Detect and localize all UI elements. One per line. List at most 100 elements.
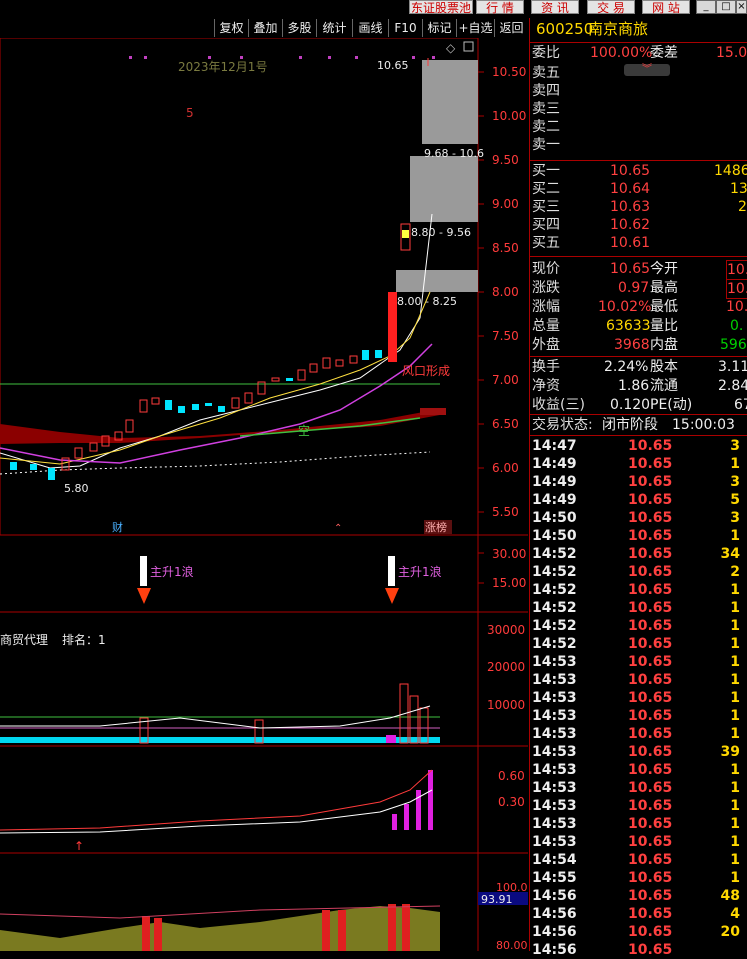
stock-name: 南京商旅 xyxy=(588,20,649,38)
buy-row[interactable]: 买四 10.62 xyxy=(530,216,747,234)
buy-row[interactable]: 买五 10.61 xyxy=(530,234,747,252)
tick-time: 14:49 xyxy=(532,456,577,472)
tick-time: 14:50 xyxy=(532,510,577,526)
oscillator-panel: 93.91 100.0 80.00 xyxy=(0,881,528,951)
tick-volume: 1 xyxy=(730,708,740,724)
panel-toggle-icon[interactable] xyxy=(463,41,474,52)
buy-row[interactable]: 买一 10.65 1486 xyxy=(530,162,747,180)
tick-row: 14:50 10.65 3 xyxy=(530,509,747,527)
back-button[interactable]: 返回 xyxy=(494,19,528,37)
sell-4-label: 卖四 xyxy=(532,83,560,99)
candle xyxy=(297,369,306,381)
sell-5-label: 卖五 xyxy=(532,65,560,81)
macd-panel: 0.60 0.30 ↑ xyxy=(0,769,525,853)
tick-row: 14:52 10.65 1 xyxy=(530,617,747,635)
tick-price: 10.65 xyxy=(628,456,673,472)
tick-time: 14:56 xyxy=(532,942,577,958)
tick-row: 14:54 10.65 1 xyxy=(530,851,747,869)
tick-row: 14:49 10.65 1 xyxy=(530,455,747,473)
top-bar: 东证股票池 行 情 资 讯 交 易 网 站 _ □ × xyxy=(0,0,747,18)
multi-stock-button[interactable]: 多股 xyxy=(282,19,316,37)
tick-volume: 1 xyxy=(730,762,740,778)
gap-label: 8.80 - 9.56 xyxy=(411,226,471,239)
tick-time: 14:54 xyxy=(532,852,577,868)
restore-icon[interactable]: □ xyxy=(716,0,736,14)
stock-pool-link[interactable]: 东证股票池 xyxy=(409,0,473,15)
tick-time: 14:56 xyxy=(532,888,577,904)
price-tick: 7.50 xyxy=(492,329,519,343)
buy-arrow-icon: ↑ xyxy=(74,839,84,853)
stat-row: 涨跌0.97最高10. xyxy=(530,279,747,299)
tick-row: 14:53 10.65 1 xyxy=(530,833,747,851)
tick-price: 10.65 xyxy=(628,744,673,760)
rocket-icon xyxy=(388,556,395,586)
tick-time: 14:53 xyxy=(532,744,577,760)
candle xyxy=(286,378,293,381)
tick-time: 14:52 xyxy=(532,636,577,652)
signal-label: 主升1浪 xyxy=(150,564,194,579)
stat-row: 涨幅 10.02% 最低 10. xyxy=(532,299,747,315)
statistics-button[interactable]: 统计 xyxy=(316,19,352,37)
tick-row: 14:56 10.65 48 xyxy=(530,887,747,905)
tick-price: 10.65 xyxy=(628,528,673,544)
tick-time: 14:52 xyxy=(532,582,577,598)
candle xyxy=(178,406,185,413)
limit-up-label[interactable]: 涨榜 xyxy=(425,520,447,534)
overlay-button[interactable]: 叠加 xyxy=(248,19,282,37)
draw-line-button[interactable]: 画线 xyxy=(352,19,388,37)
trade-status-row: 交易状态: 闭市阶段 15:00:03 xyxy=(532,417,735,433)
trade-link[interactable]: 交 易 xyxy=(587,0,635,15)
tick-price: 10.65 xyxy=(628,888,673,904)
price-axis: 10.50 10.00 9.50 9.00 8.50 8.00 7.50 7.0… xyxy=(478,65,526,519)
tick-volume: 48 xyxy=(720,888,740,904)
kline-chart[interactable]: 10.50 10.00 9.50 9.00 8.50 8.00 7.50 7.0… xyxy=(0,38,528,951)
vol-tick: 10000 xyxy=(487,698,525,712)
tick-price: 10.65 xyxy=(628,492,673,508)
tick-row: 14:53 10.65 39 xyxy=(530,743,747,761)
candle xyxy=(151,397,160,405)
tick-row: 14:53 10.65 1 xyxy=(530,671,747,689)
candle xyxy=(192,404,199,410)
buy-row[interactable]: 买二 10.64 13 xyxy=(530,180,747,198)
tick-row: 14:47 10.65 3 xyxy=(530,437,747,455)
close-icon[interactable]: × xyxy=(736,0,747,14)
rocket-icon xyxy=(140,556,147,586)
f10-button[interactable]: F10 xyxy=(388,19,422,37)
minimize-icon[interactable]: _ xyxy=(696,0,716,14)
tick-price: 10.65 xyxy=(628,942,673,958)
mark-button[interactable]: 标记 xyxy=(422,19,456,37)
tick-price: 10.65 xyxy=(628,852,673,868)
vol-tick: 20000 xyxy=(487,660,525,674)
tick-time: 14:47 xyxy=(532,438,577,454)
news-link[interactable]: 资 讯 xyxy=(531,0,579,15)
candle xyxy=(48,468,55,480)
finance-label[interactable]: 财 xyxy=(112,520,123,534)
tick-time: 14:49 xyxy=(532,492,577,508)
candle xyxy=(30,464,37,470)
tick-price: 10.65 xyxy=(628,924,673,940)
diamond-icon[interactable]: ◇ xyxy=(446,41,456,55)
gap-zones xyxy=(396,60,478,292)
restore-rights-button[interactable]: 复权 xyxy=(214,19,248,37)
candle xyxy=(335,359,344,367)
candle xyxy=(362,350,369,360)
tick-volume: 1 xyxy=(730,834,740,850)
add-favorite-button[interactable]: +自选 xyxy=(456,19,494,37)
candle xyxy=(125,419,134,433)
tick-volume: 3 xyxy=(730,474,740,490)
ma-purple xyxy=(0,343,433,464)
candle xyxy=(375,350,382,358)
tick-price: 10.65 xyxy=(628,654,673,670)
tick-price: 10.65 xyxy=(628,780,673,796)
buy-row[interactable]: 买三 10.63 2 xyxy=(530,198,747,216)
price-tick: 5.50 xyxy=(492,505,519,519)
annotation-fengkou: 风口形成 xyxy=(402,364,450,378)
candle xyxy=(89,442,98,452)
tick-volume: 1 xyxy=(730,690,740,706)
website-link[interactable]: 网 站 xyxy=(642,0,690,15)
low-price-label: 5.80 xyxy=(64,482,89,495)
tick-time: 14:49 xyxy=(532,474,577,490)
market-link[interactable]: 行 情 xyxy=(476,0,524,15)
indicator-panel-1: 30.00 15.00 主升1浪 主升1浪 xyxy=(137,547,526,604)
candle xyxy=(322,357,331,369)
